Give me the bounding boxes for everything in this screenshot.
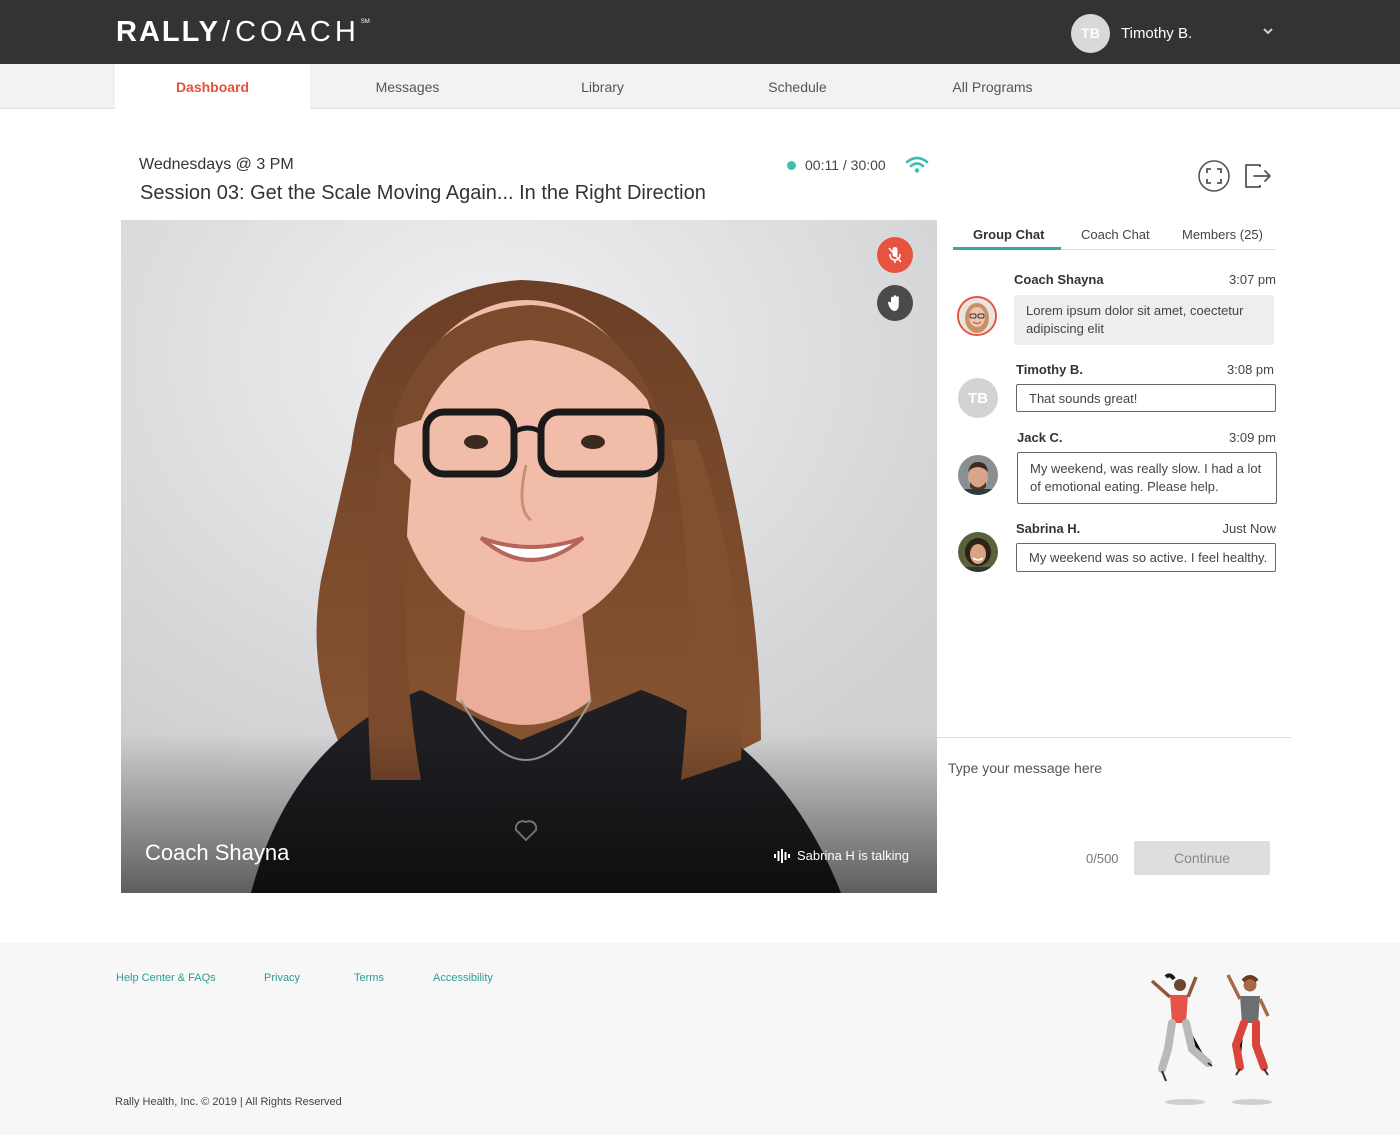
tab-library[interactable]: Library xyxy=(505,64,700,109)
footer-link-terms[interactable]: Terms xyxy=(354,972,384,984)
footer: Help Center & FAQs Privacy Terms Accessi… xyxy=(0,943,1400,1135)
avatar xyxy=(957,296,997,336)
coach-avatar-image xyxy=(959,298,995,334)
tab-schedule[interactable]: Schedule xyxy=(700,64,895,109)
message-author: Timothy B. xyxy=(1016,362,1083,377)
footer-link-accessibility[interactable]: Accessibility xyxy=(433,972,493,984)
jack-avatar-image xyxy=(958,455,998,495)
tab-coach-chat[interactable]: Coach Chat xyxy=(1081,227,1150,242)
avatar xyxy=(958,532,998,572)
talking-indicator: Sabrina H is talking xyxy=(774,848,909,863)
fullscreen-icon[interactable] xyxy=(1198,160,1230,192)
message-time: 3:08 pm xyxy=(1227,362,1274,377)
tab-dashboard[interactable]: Dashboard xyxy=(115,64,310,110)
compose-divider xyxy=(937,737,1291,738)
active-tab-indicator xyxy=(953,247,1061,250)
session-title: Session 03: Get the Scale Moving Again..… xyxy=(140,182,706,204)
speaker-name-label: Coach Shayna xyxy=(145,840,290,865)
logo-coach-text: COACH xyxy=(235,16,360,48)
chevron-down-icon[interactable] xyxy=(1262,26,1274,36)
top-bar: RALLY / COACH SM TB Timothy B. xyxy=(0,0,1400,64)
tab-group-chat[interactable]: Group Chat xyxy=(973,227,1045,242)
session-timer: 00:11 / 30:00 xyxy=(787,157,886,173)
video-bottom-gradient xyxy=(121,733,937,893)
message-author: Coach Shayna xyxy=(1014,272,1104,287)
jumping-people-illustration xyxy=(1150,973,1272,1105)
live-status-dot xyxy=(787,160,796,170)
copyright-text: Rally Health, Inc. © 2019 | All Rights R… xyxy=(115,1096,342,1108)
audio-wave-icon xyxy=(774,848,790,863)
avatar: TB xyxy=(958,378,998,418)
chat-tabs: Group Chat Coach Chat Members (25) xyxy=(953,222,1276,250)
footer-link-help[interactable]: Help Center & FAQs xyxy=(116,972,216,984)
raise-hand-button[interactable] xyxy=(877,285,913,321)
wifi-icon xyxy=(905,156,929,173)
continue-button[interactable]: Continue xyxy=(1134,841,1270,875)
raise-hand-icon xyxy=(887,295,899,311)
message-time: Just Now xyxy=(1222,521,1276,536)
avatar xyxy=(958,455,998,495)
message-bubble: My weekend, was really slow. I had a lot… xyxy=(1017,452,1277,504)
footer-link-privacy[interactable]: Privacy xyxy=(264,972,300,984)
rally-coach-logo[interactable]: RALLY / COACH SM xyxy=(116,17,370,47)
mic-muted-icon xyxy=(888,247,902,263)
tab-messages[interactable]: Messages xyxy=(310,64,505,109)
session-schedule: Wednesdays @ 3 PM xyxy=(139,156,294,173)
message-bubble: My weekend was so active. I feel healthy… xyxy=(1016,543,1276,572)
message-author: Sabrina H. xyxy=(1016,521,1081,536)
message-time: 3:09 pm xyxy=(1229,430,1276,445)
logo-rally-text: RALLY xyxy=(116,16,220,48)
user-name: Timothy B. xyxy=(1121,24,1193,42)
sabrina-avatar-image xyxy=(958,532,998,572)
user-menu[interactable]: TB Timothy B. xyxy=(1071,13,1192,53)
tab-all-programs[interactable]: All Programs xyxy=(895,64,1090,109)
talking-text: Sabrina H is talking xyxy=(797,848,909,863)
user-avatar: TB xyxy=(1071,13,1110,53)
message-input[interactable] xyxy=(948,760,1268,820)
tab-members[interactable]: Members (25) xyxy=(1182,227,1263,242)
timer-text: 00:11 / 30:00 xyxy=(805,157,886,173)
logo-slash: / xyxy=(222,16,234,48)
logo-service-mark: SM xyxy=(360,19,370,25)
message-bubble: That sounds great! xyxy=(1016,384,1276,412)
message-author: Jack C. xyxy=(1017,430,1063,445)
message-time: 3:07 pm xyxy=(1229,272,1276,287)
main-nav: Dashboard Messages Library Schedule All … xyxy=(0,64,1400,110)
character-count: 0/500 xyxy=(1086,851,1119,866)
message-bubble: Lorem ipsum dolor sit amet, coectetur ad… xyxy=(1014,295,1274,345)
exit-session-icon[interactable] xyxy=(1243,162,1273,190)
mute-mic-button[interactable] xyxy=(877,237,913,273)
video-feed[interactable]: Coach Shayna Sabrina H is talking xyxy=(121,220,937,893)
